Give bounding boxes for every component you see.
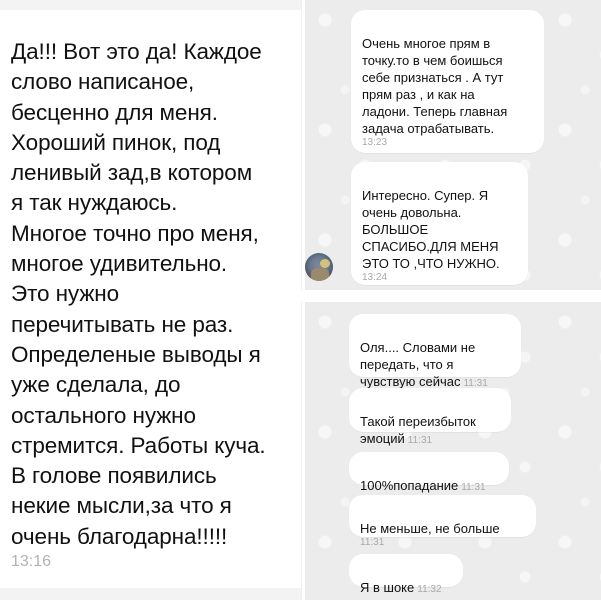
message-text: Я в шоке (360, 580, 415, 595)
message-text: 100%попадание (360, 478, 459, 493)
panel-separator (301, 290, 601, 302)
message-text: Очень многое прям в точку.то в чем боишь… (362, 36, 508, 136)
message-time: 11:31 (360, 537, 385, 548)
contact-avatar[interactable] (305, 253, 333, 281)
chat-message-bubble[interactable]: Я в шоке 11:32 (349, 554, 463, 595)
bottom-chat-panel: Оля.... Словами не передать, что я чувст… (305, 302, 601, 600)
chat-message-bubble[interactable]: Такой переизбыток эмоций 11:31 (349, 388, 511, 446)
message-text: Не меньше, не больше (360, 521, 500, 536)
panel-bottom-strip (0, 588, 301, 600)
left-message-panel: Да!!! Вот это да! Каждое слово написаное… (0, 0, 302, 600)
message-time: 11:31 (407, 435, 433, 446)
message-text: Интересно. Супер. Я очень довольна. БОЛЬ… (362, 188, 500, 271)
message-time: 11:32 (417, 584, 442, 595)
chat-message-bubble[interactable]: Интересно. Супер. Я очень довольна. БОЛЬ… (351, 162, 528, 285)
chat-message-bubble[interactable]: Не меньше, не больше 11:31 (349, 495, 536, 548)
long-message-time: 13:16 (11, 553, 52, 570)
chat-message-bubble[interactable]: 100%попадание 11:31 (349, 452, 509, 493)
top-chat-panel: Очень многое прям в точку.то в чем боишь… (305, 0, 601, 290)
panel-top-strip (0, 0, 301, 10)
message-time: 13:24 (362, 272, 388, 283)
long-message-text: Да!!! Вот это да! Каждое слово написаное… (11, 39, 266, 549)
chat-message-bubble[interactable]: Оля.... Словами не передать, что я чувст… (349, 314, 521, 389)
message-time: 11:31 (461, 482, 486, 493)
message-text: Оля.... Словами не передать, что я чувст… (360, 340, 476, 389)
message-time: 13:23 (362, 137, 388, 148)
chat-message-bubble[interactable]: Очень многое прям в точку.то в чем боишь… (351, 10, 544, 153)
